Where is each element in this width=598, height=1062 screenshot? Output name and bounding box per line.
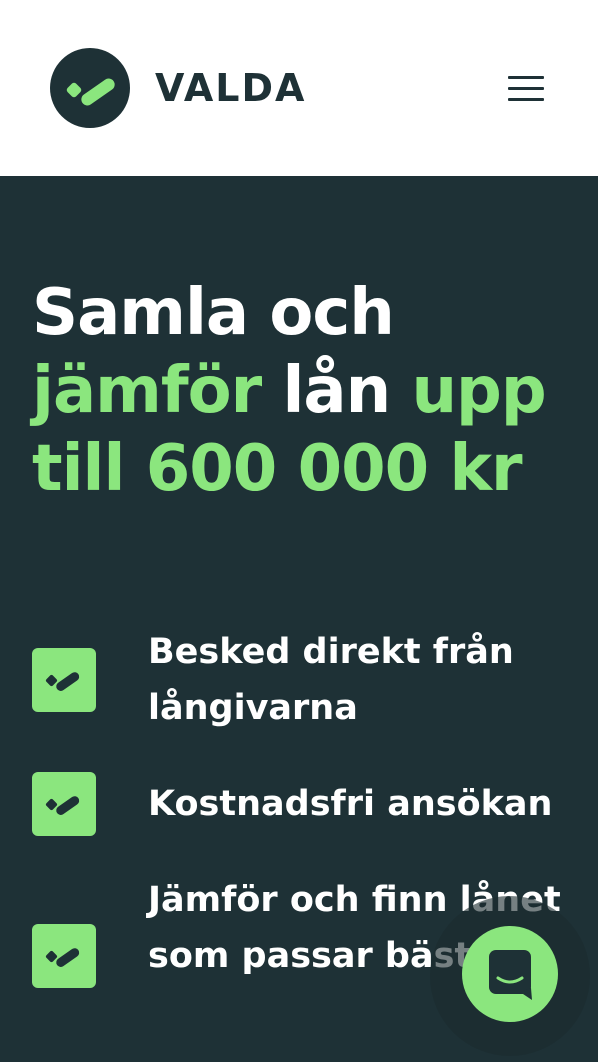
hamburger-menu-icon[interactable] bbox=[504, 72, 548, 106]
brand-name[interactable]: VALDA bbox=[155, 66, 306, 110]
check-badge-icon bbox=[32, 648, 96, 712]
menu-line bbox=[508, 87, 544, 90]
headline-part-2: jämför bbox=[32, 354, 262, 428]
headline-part-3: lån bbox=[282, 354, 391, 428]
check-logo-icon[interactable] bbox=[50, 48, 130, 128]
menu-line bbox=[508, 76, 544, 79]
hero-headline: Samla och jämför lån upp till 600 000 kr bbox=[32, 274, 582, 508]
check-badge-icon bbox=[32, 772, 96, 836]
site-header: VALDA bbox=[0, 0, 598, 176]
check-badge-icon bbox=[32, 924, 96, 988]
feature-text: Kostnadsfri ansökan bbox=[148, 784, 553, 824]
feature-text: Besked direkt från långivarna bbox=[148, 632, 514, 728]
menu-line bbox=[508, 98, 544, 101]
headline-part-1: Samla och bbox=[32, 276, 395, 350]
chat-icon[interactable] bbox=[462, 926, 558, 1022]
